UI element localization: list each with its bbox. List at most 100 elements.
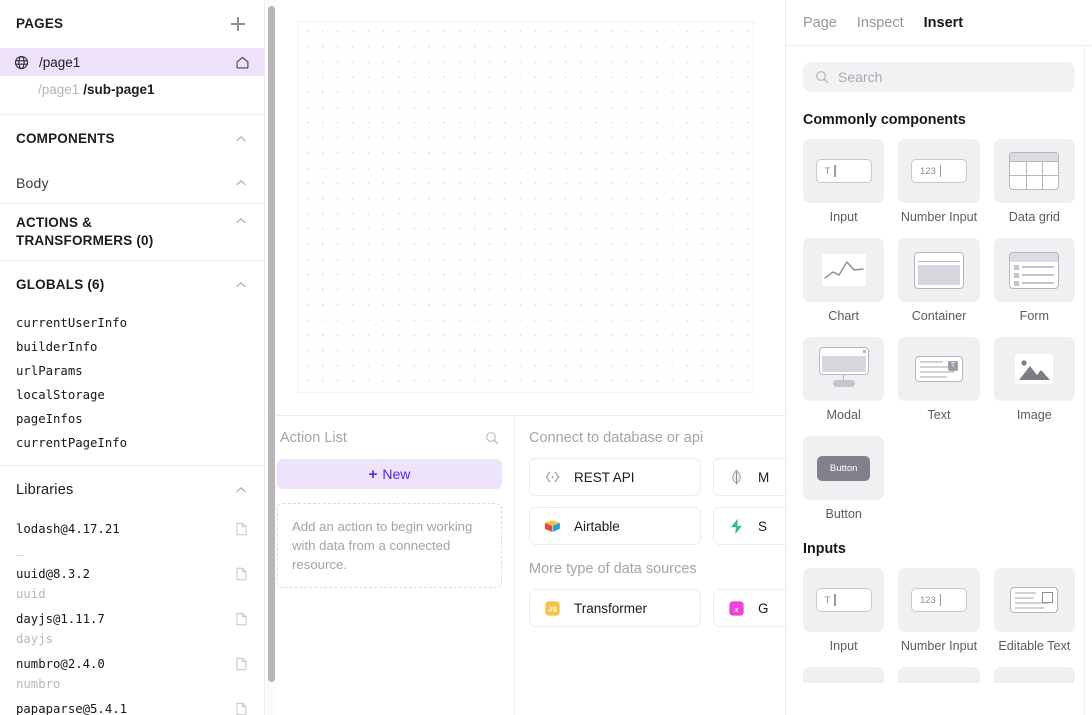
search-input[interactable] <box>838 69 1063 85</box>
component-number-input-2[interactable]: 123 Number Input <box>898 568 979 653</box>
document-icon[interactable] <box>235 522 248 536</box>
connect-db-label: Connect to database or api <box>529 430 785 446</box>
libraries-title: Libraries <box>16 481 73 499</box>
sidebar-scrollbar-thumb[interactable] <box>268 6 275 682</box>
chevron-up-icon[interactable] <box>234 278 248 292</box>
component-label: Chart <box>803 309 884 323</box>
components-header[interactable]: COMPONENTS <box>0 115 264 163</box>
list-item[interactable]: builderInfo <box>0 335 264 359</box>
component-label: Editable Text <box>994 639 1075 653</box>
tab-page[interactable]: Page <box>803 15 837 31</box>
chevron-up-icon[interactable] <box>234 214 248 228</box>
component-tile[interactable]: 123 <box>898 568 979 632</box>
component-tile[interactable]: Button <box>803 436 884 500</box>
list-item[interactable]: urlParams <box>0 359 264 383</box>
inputs-grid-next-row-clipped <box>803 667 1075 683</box>
component-button[interactable]: Button Button <box>803 436 884 521</box>
canvas-area[interactable] <box>265 0 785 415</box>
list-item[interactable]: currentPageInfo <box>0 431 264 455</box>
chevron-up-icon[interactable] <box>234 483 248 497</box>
components-body-row[interactable]: Body <box>0 163 264 203</box>
document-icon[interactable] <box>235 657 248 671</box>
group-title-inputs: Inputs <box>803 541 1075 557</box>
sidebar-scrollbar[interactable] <box>267 0 276 715</box>
data-source-supabase[interactable]: S <box>713 507 785 545</box>
search-icon[interactable] <box>485 431 499 445</box>
document-icon[interactable] <box>235 612 248 626</box>
actions-header[interactable]: ACTIONS & TRANSFORMERS (0) <box>0 204 264 260</box>
add-page-icon[interactable] <box>228 14 248 34</box>
new-action-button[interactable]: + New <box>277 459 502 489</box>
chevron-up-icon[interactable] <box>234 176 248 190</box>
input-glyph-text: T <box>825 166 831 177</box>
data-source-mongodb[interactable]: M <box>713 458 785 496</box>
image-icon <box>1015 354 1053 384</box>
component-label: Image <box>994 408 1075 422</box>
sidebar-item-sub-page1[interactable]: /page1 /sub-page1 <box>0 76 264 102</box>
library-name: lodash@4.17.21 <box>16 522 120 536</box>
right-panel-scrollbar[interactable] <box>1085 48 1090 708</box>
libraries-header[interactable]: Libraries <box>0 466 264 514</box>
more-sources-label: More type of data sources <box>529 561 785 577</box>
list-item[interactable]: dayjs@1.11.7 dayjs <box>0 606 264 651</box>
sidebar-item-page1[interactable]: /page1 <box>0 48 264 76</box>
component-container[interactable]: Container <box>898 238 979 323</box>
component-tile[interactable] <box>898 667 979 683</box>
tab-inspect[interactable]: Inspect <box>857 15 904 31</box>
component-tile[interactable] <box>803 337 884 401</box>
data-grid-icon <box>1009 152 1059 190</box>
component-tile[interactable] <box>898 238 979 302</box>
airtable-icon <box>543 517 562 536</box>
component-input[interactable]: T Input <box>803 139 884 224</box>
component-form[interactable]: Form <box>994 238 1075 323</box>
document-icon[interactable] <box>235 702 248 715</box>
globals-list: currentUserInfo builderInfo urlParams lo… <box>0 309 264 465</box>
component-chart[interactable]: Chart <box>803 238 884 323</box>
page-canvas[interactable] <box>297 21 754 393</box>
component-number-input[interactable]: 123 Number Input <box>898 139 979 224</box>
component-tile[interactable] <box>994 667 1075 683</box>
text-icon: T <box>915 356 963 382</box>
component-tile[interactable] <box>803 238 884 302</box>
list-item[interactable]: lodash@4.17.21 _ <box>0 516 264 561</box>
component-editable-text[interactable]: Editable Text <box>994 568 1075 653</box>
component-data-grid[interactable]: Data grid <box>994 139 1075 224</box>
list-item[interactable]: localStorage <box>0 383 264 407</box>
tab-insert[interactable]: Insert <box>924 15 964 31</box>
component-input-2[interactable]: T Input <box>803 568 884 653</box>
component-tile[interactable] <box>803 667 884 683</box>
component-tile[interactable] <box>994 337 1075 401</box>
home-icon[interactable] <box>235 55 250 69</box>
component-tile[interactable]: 123 <box>898 139 979 203</box>
data-source-rest-api[interactable]: REST API <box>529 458 701 496</box>
component-label: Form <box>994 309 1075 323</box>
list-item[interactable]: pageInfos <box>0 407 264 431</box>
list-item[interactable]: papaparse@5.4.1 <box>0 696 264 715</box>
component-tile[interactable] <box>994 568 1075 632</box>
data-source-airtable[interactable]: Airtable <box>529 507 701 545</box>
data-source-google-sheets[interactable]: x G <box>713 589 785 627</box>
component-tile[interactable]: T <box>803 139 884 203</box>
component-modal[interactable]: Modal <box>803 337 884 422</box>
component-tile[interactable]: T <box>898 337 979 401</box>
number-input-icon: 123 <box>911 159 967 183</box>
rest-api-icon <box>543 468 562 487</box>
chevron-up-icon[interactable] <box>234 132 248 146</box>
component-tile[interactable] <box>994 139 1075 203</box>
svg-text:x: x <box>733 604 738 613</box>
list-item[interactable]: numbro@2.4.0 numbro <box>0 651 264 696</box>
list-item[interactable]: uuid@8.3.2 uuid <box>0 561 264 606</box>
component-tile[interactable] <box>994 238 1075 302</box>
list-item[interactable]: currentUserInfo <box>0 311 264 335</box>
subpage-parent: /page1 <box>38 82 79 97</box>
component-image[interactable]: Image <box>994 337 1075 422</box>
library-name: numbro@2.4.0 <box>16 657 105 671</box>
data-source-transformer[interactable]: JS Transformer <box>529 589 701 627</box>
component-text[interactable]: T Text <box>898 337 979 422</box>
action-list-pane: Action List + New Add an action to begin… <box>265 416 515 715</box>
search-box[interactable] <box>803 62 1075 92</box>
globals-header[interactable]: GLOBALS (6) <box>0 261 264 309</box>
component-tile[interactable]: T <box>803 568 884 632</box>
document-icon[interactable] <box>235 567 248 581</box>
component-label: Container <box>898 309 979 323</box>
